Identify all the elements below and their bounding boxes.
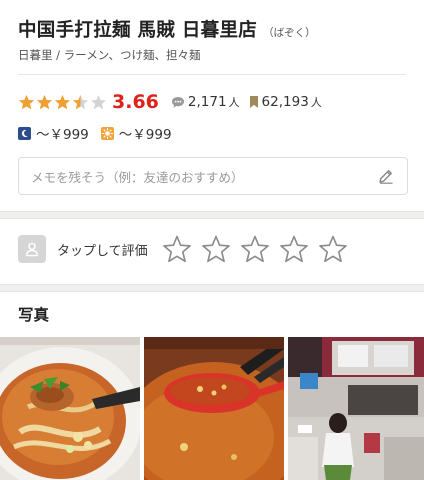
pencil-icon[interactable] — [377, 167, 395, 185]
restaurant-header: 中国手打拉麺 馬賊 日暮里店 （ばぞく） — [18, 16, 406, 42]
rating-stars — [18, 94, 108, 111]
photo-strip[interactable] — [0, 337, 424, 480]
divider — [18, 74, 406, 75]
comment-icon — [171, 96, 184, 108]
rate-star-4-icon[interactable] — [279, 234, 309, 264]
rating-star-icon — [37, 94, 52, 109]
lunch-budget: ～￥999 — [100, 123, 172, 143]
bookmark-icon — [249, 96, 258, 108]
rating-star-icon — [19, 94, 34, 109]
section-separator — [0, 284, 424, 292]
section-separator — [0, 211, 424, 219]
bookmarks-count-value: 62,193 — [261, 94, 309, 110]
moon-icon — [18, 126, 31, 140]
rating-star-icon — [55, 94, 70, 109]
restaurant-genre: 日暮里 / ラーメン、つけ麺、担々麺 — [18, 48, 201, 62]
dinner-budget: ～￥999 — [18, 123, 89, 143]
rating-star-icon — [73, 94, 88, 109]
title-row: 中国手打拉麺 馬賊 日暮里店 （ばぞく） — [18, 16, 406, 42]
budget-row: ～￥999 ～￥999 — [18, 123, 184, 143]
soup-spoon-photo[interactable] — [144, 337, 284, 480]
bookmarks-unit: 人 — [310, 96, 322, 109]
rating-star-icon — [91, 94, 106, 109]
ramen-photo[interactable] — [0, 337, 140, 480]
rate-star-3-icon[interactable] — [240, 234, 270, 264]
rate-star-5-icon[interactable] — [318, 234, 348, 264]
user-avatar-icon — [18, 235, 46, 263]
restaurant-name: 中国手打拉麺 馬賊 日暮里店 — [18, 20, 258, 41]
rate-star-2-icon[interactable] — [201, 234, 231, 264]
evaluation-stars[interactable] — [162, 234, 357, 264]
sun-icon — [100, 126, 114, 140]
reviews-unit: 人 — [228, 96, 240, 109]
reviews-count[interactable]: 2,171 人 — [171, 94, 240, 110]
restaurant-reading: （ばぞく） — [263, 27, 316, 39]
photos-title: 写真 — [18, 306, 50, 324]
bookmarks-count[interactable]: 62,193 人 — [249, 94, 322, 110]
rating-score: 3.66 — [112, 91, 159, 113]
dinner-budget-value: ～￥999 — [36, 127, 89, 143]
evaluation-row[interactable]: タップして評価 — [18, 234, 357, 264]
memo-field[interactable]: メモを残そう（例：友達のおすすめ） — [18, 157, 408, 195]
rating-row[interactable]: 3.66 2,171 人 62,193 人 — [18, 91, 331, 113]
interior-photo[interactable] — [288, 337, 424, 480]
rate-star-1-icon[interactable] — [162, 234, 192, 264]
memo-placeholder: メモを残そう（例：友達のおすすめ） — [31, 169, 244, 185]
reviews-count-value: 2,171 — [187, 94, 227, 110]
tap-to-rate-label: タップして評価 — [57, 243, 148, 259]
lunch-budget-value: ～￥999 — [118, 127, 172, 143]
